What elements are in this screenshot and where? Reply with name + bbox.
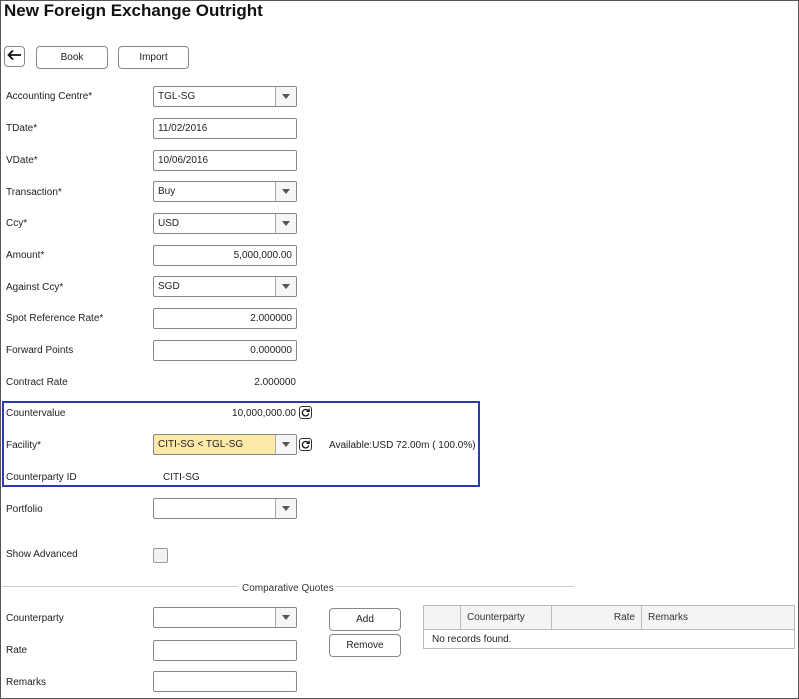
grid-col-rate[interactable]: Rate — [551, 606, 641, 629]
quote-remarks-label: Remarks — [6, 677, 47, 688]
chevron-down-icon[interactable] — [275, 435, 296, 454]
contract-rate-label: Contract Rate — [6, 377, 68, 388]
tdate-label: TDate* — [6, 123, 38, 134]
countervalue-label: Countervalue — [6, 408, 66, 419]
against-ccy-value: SGD — [158, 281, 180, 292]
grid-col-counterparty[interactable]: Counterparty — [460, 606, 551, 629]
facility-value: CITI-SG < TGL-SG — [158, 439, 244, 450]
chevron-down-icon[interactable] — [275, 608, 296, 627]
contract-rate-value: 2.000000 — [254, 377, 296, 388]
window-frame — [0, 0, 799, 699]
refresh-icon[interactable] — [299, 406, 312, 419]
chevron-down-icon[interactable] — [275, 214, 296, 233]
page-title: New Foreign Exchange Outright — [4, 1, 263, 20]
ccy-select[interactable]: USD — [153, 213, 297, 234]
show-advanced-clip: Show Advanced — [6, 549, 78, 557]
chevron-down-icon[interactable] — [275, 499, 296, 518]
transaction-label: Transaction* — [6, 187, 62, 198]
transaction-select[interactable]: Buy — [153, 181, 297, 202]
accounting-centre-label: Accounting Centre* — [6, 91, 93, 102]
arrow-left-icon — [7, 49, 22, 64]
chevron-down-icon[interactable] — [275, 277, 296, 296]
comparative-quotes-title: Comparative Quotes — [240, 583, 336, 594]
quote-counterparty-select[interactable] — [153, 607, 297, 628]
chevron-down-icon[interactable] — [275, 182, 296, 201]
countervalue-value: 10,000,000.00 — [232, 408, 296, 419]
grid-col-remarks[interactable]: Remarks — [641, 606, 794, 629]
vdate-label: VDate* — [6, 155, 38, 166]
ccy-value: USD — [158, 218, 180, 229]
quote-remarks-field[interactable] — [153, 671, 297, 692]
facility-available-text: Available:USD 72.00m ( 100.0%) — [329, 440, 476, 451]
show-advanced-checkbox[interactable] — [153, 548, 168, 563]
facility-select[interactable]: CITI-SG < TGL-SG — [153, 434, 297, 455]
forward-points-field[interactable]: 0.000000 — [153, 340, 297, 361]
against-ccy-select[interactable]: SGD — [153, 276, 297, 297]
remove-quote-button[interactable]: Remove — [329, 634, 401, 657]
portfolio-label: Portfolio — [6, 504, 43, 515]
amount-field[interactable]: 5,000,000.00 — [153, 245, 297, 266]
counterparty-id-value: CITI-SG — [163, 472, 200, 483]
portfolio-select[interactable] — [153, 498, 297, 519]
ccy-label: Ccy* — [6, 218, 28, 229]
book-button[interactable]: Book — [36, 46, 108, 69]
against-ccy-label: Against Ccy* — [6, 282, 64, 293]
chevron-down-icon[interactable] — [275, 87, 296, 106]
show-advanced-label: Show Advanced — [6, 549, 78, 557]
facility-label: Facility* — [6, 440, 42, 451]
amount-label: Amount* — [6, 250, 45, 261]
grid-empty-message: No records found. — [432, 634, 512, 645]
accounting-centre-value: TGL-SG — [158, 91, 196, 102]
spot-rate-label: Spot Reference Rate* — [6, 313, 104, 324]
grid-col-select[interactable] — [424, 606, 460, 629]
counterparty-id-label: Counterparty ID — [6, 472, 77, 483]
quote-counterparty-label: Counterparty — [6, 613, 64, 624]
accounting-centre-select[interactable]: TGL-SG — [153, 86, 297, 107]
vdate-field[interactable]: 10/06/2016 — [153, 150, 297, 171]
section-divider-right — [332, 586, 574, 587]
import-button[interactable]: Import — [118, 46, 189, 69]
section-divider-left — [2, 586, 238, 587]
tdate-field[interactable]: 11/02/2016 — [153, 118, 297, 139]
transaction-value: Buy — [158, 186, 176, 197]
quotes-grid: Counterparty Rate Remarks No records fou… — [423, 605, 795, 649]
add-quote-button[interactable]: Add — [329, 608, 401, 631]
quotes-grid-header: Counterparty Rate Remarks — [424, 606, 794, 630]
quote-rate-field[interactable] — [153, 640, 297, 661]
spot-rate-field[interactable]: 2.000000 — [153, 308, 297, 329]
back-button[interactable] — [4, 46, 25, 67]
forward-points-label: Forward Points — [6, 345, 74, 356]
refresh-icon[interactable] — [299, 438, 312, 451]
quote-rate-label: Rate — [6, 645, 28, 656]
